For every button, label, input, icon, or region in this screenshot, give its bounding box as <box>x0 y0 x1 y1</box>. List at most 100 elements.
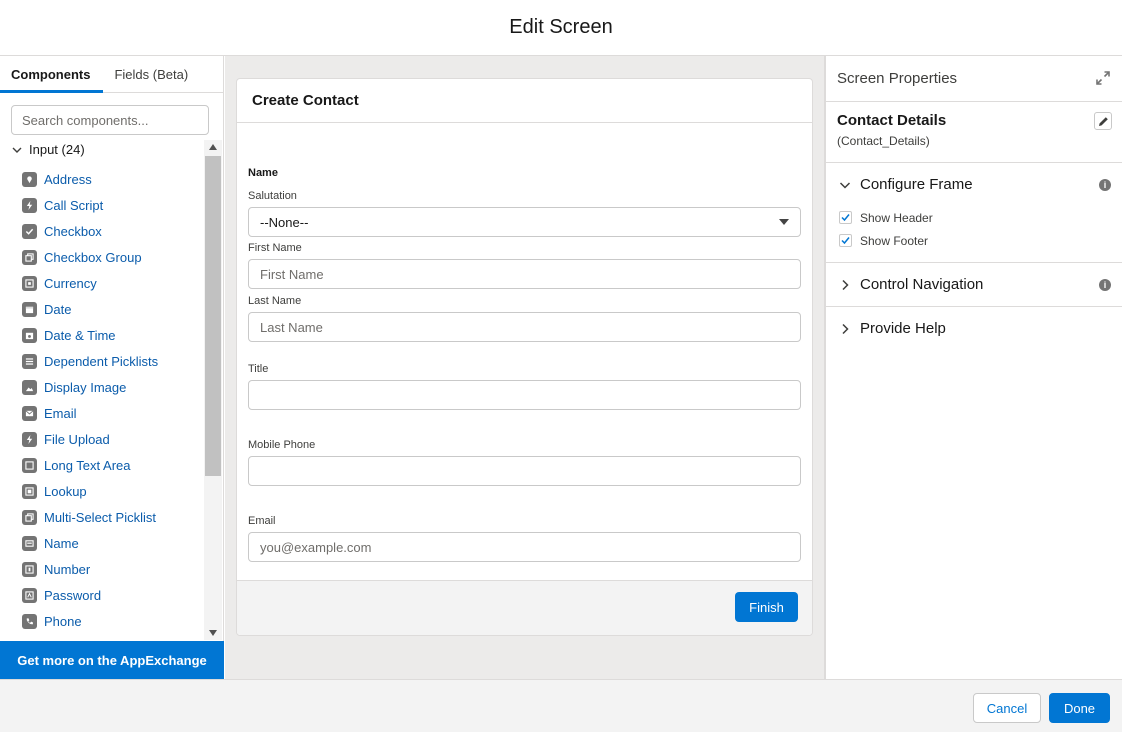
modal-header: Edit Screen <box>0 0 1122 56</box>
provide-help-section: Provide Help <box>826 307 1122 350</box>
mobile-phone-label: Mobile Phone <box>248 439 316 451</box>
textarea-icon <box>22 457 37 473</box>
cancel-button[interactable]: Cancel <box>973 693 1041 723</box>
component-label: Date & Time <box>44 327 116 343</box>
salutation-select[interactable]: --None-- <box>248 207 801 237</box>
configure-frame-section: Configure Frame i Show Header Show Foote… <box>826 163 1122 263</box>
screen-canvas: Create Contact Name Salutation --None-- … <box>225 56 824 679</box>
image-icon <box>22 379 37 395</box>
component-label: Password <box>44 587 102 603</box>
email-input[interactable] <box>248 532 801 562</box>
password-icon <box>22 587 37 603</box>
component-palette: Components Fields (Beta) Input (24) Addr… <box>0 56 224 679</box>
checkbox-group-icon <box>22 249 37 265</box>
last-name-input[interactable] <box>248 312 801 342</box>
screen-details: Contact Details (Contact_Details) <box>826 102 1122 163</box>
scroll-up-arrow-icon[interactable] <box>204 140 222 154</box>
component-name[interactable]: Name <box>0 530 204 556</box>
currency-icon <box>22 275 37 291</box>
info-icon[interactable]: i <box>1099 179 1111 191</box>
component-checkbox-group[interactable]: Checkbox Group <box>0 244 204 270</box>
title-input[interactable] <box>248 380 801 410</box>
tab-fields-beta[interactable]: Fields (Beta) <box>113 56 189 92</box>
salutation-label: Salutation <box>248 190 297 202</box>
control-navigation-label: Control Navigation <box>860 276 984 293</box>
tab-components[interactable]: Components <box>0 56 104 93</box>
salutation-value: --None-- <box>260 214 309 230</box>
component-email[interactable]: Email <box>0 400 204 426</box>
component-label: Name <box>44 535 79 551</box>
palette-scrollbar[interactable] <box>204 140 222 640</box>
component-lookup[interactable]: Lookup <box>0 478 204 504</box>
info-icon[interactable]: i <box>1099 279 1111 291</box>
screen-title: Create Contact <box>237 79 812 123</box>
component-label: Call Script <box>44 197 104 213</box>
component-label: Long Text Area <box>44 457 131 473</box>
expand-icon[interactable] <box>1096 71 1110 85</box>
edit-button[interactable] <box>1094 112 1112 130</box>
show-footer-checkbox[interactable]: Show Footer <box>826 229 1122 252</box>
control-navigation-section: Control Navigation i <box>826 263 1122 307</box>
lightning-icon <box>22 197 37 213</box>
component-multi-select-picklist[interactable]: Multi-Select Picklist <box>0 504 204 530</box>
component-password[interactable]: Password <box>0 582 204 608</box>
component-label: Multi-Select Picklist <box>44 509 156 525</box>
screen-properties-panel: Screen Properties Contact Details (Conta… <box>824 56 1122 679</box>
first-name-input[interactable] <box>248 259 801 289</box>
datetime-icon <box>22 327 37 343</box>
component-label: Currency <box>44 275 97 291</box>
title-label: Title <box>248 363 269 375</box>
component-display-image[interactable]: Display Image <box>0 374 204 400</box>
phone-icon <box>22 613 37 629</box>
component-number[interactable]: Number <box>0 556 204 582</box>
provide-help-toggle[interactable]: Provide Help <box>826 307 1122 350</box>
show-footer-label: Show Footer <box>860 233 929 248</box>
show-header-checkbox[interactable]: Show Header <box>826 206 1122 229</box>
configure-frame-toggle[interactable]: Configure Frame <box>826 163 1122 206</box>
picklist-icon <box>22 353 37 369</box>
screen-label: Contact Details <box>837 112 947 129</box>
show-header-label: Show Header <box>860 210 933 225</box>
component-file-upload[interactable]: File Upload <box>0 426 204 452</box>
input-section-toggle[interactable]: Input (24) <box>11 142 85 157</box>
chevron-right-icon <box>842 279 849 290</box>
scroll-down-arrow-icon[interactable] <box>204 626 222 640</box>
component-label: Checkbox <box>44 223 102 239</box>
checkbox-checked-icon <box>839 234 852 247</box>
control-navigation-toggle[interactable]: Control Navigation <box>826 263 1122 306</box>
component-date[interactable]: Date <box>0 296 204 322</box>
component-currency[interactable]: Currency <box>0 270 204 296</box>
last-name-label: Last Name <box>248 295 302 307</box>
mobile-phone-input[interactable] <box>248 456 801 486</box>
screen-preview: Create Contact Name Salutation --None-- … <box>236 78 813 636</box>
search-components-input[interactable] <box>22 112 198 128</box>
component-checkbox[interactable]: Checkbox <box>0 218 204 244</box>
upload-icon <box>22 431 37 447</box>
scroll-thumb[interactable] <box>205 156 221 476</box>
component-phone[interactable]: Phone <box>0 608 204 634</box>
checkbox-icon <box>22 223 37 239</box>
chevron-down-icon <box>839 181 851 189</box>
screen-api-name: (Contact_Details) <box>837 134 930 148</box>
finish-button[interactable]: Finish <box>735 592 798 622</box>
screen-footer: Finish <box>237 580 812 635</box>
appexchange-button[interactable]: Get more on the AppExchange <box>0 641 224 679</box>
done-button[interactable]: Done <box>1049 693 1110 723</box>
email-label: Email <box>248 515 276 527</box>
component-long-text-area[interactable]: Long Text Area <box>0 452 204 478</box>
multiselect-icon <box>22 509 37 525</box>
component-call-script[interactable]: Call Script <box>0 192 204 218</box>
component-label: Date <box>44 301 72 317</box>
name-section-label: Name <box>248 167 278 179</box>
search-box <box>11 105 209 135</box>
component-date-time[interactable]: Date & Time <box>0 322 204 348</box>
component-label: Email <box>44 405 77 421</box>
properties-title: Screen Properties <box>837 70 958 87</box>
component-label: Phone <box>44 613 82 629</box>
component-label: Checkbox Group <box>44 249 142 265</box>
lookup-icon <box>22 483 37 499</box>
component-address[interactable]: Address <box>0 166 204 192</box>
input-section-label: Input (24) <box>29 142 85 157</box>
component-dependent-picklists[interactable]: Dependent Picklists <box>0 348 204 374</box>
modal-footer: Cancel Done <box>0 679 1122 732</box>
